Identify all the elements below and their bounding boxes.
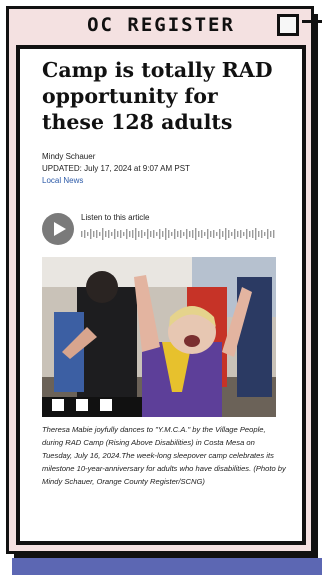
article-author: Mindy Schauer [42,152,96,161]
category-link[interactable]: Local News [42,175,286,187]
waveform-icon[interactable] [81,227,277,241]
audio-player: Listen to this article [42,209,286,245]
article-headline: Camp is totally RAD opportunity for thes… [42,58,273,134]
article-photo[interactable] [42,257,276,417]
article-updated: UPDATED: July 17, 2024 at 9:07 AM PST [42,164,190,173]
audio-label: Listen to this article [81,213,150,222]
accent-bar [12,558,322,575]
window-shadow [314,14,318,558]
article-view[interactable]: Camp is totally RAD opportunity for thes… [16,45,306,545]
photo-caption: Theresa Mabie joyfully dances to "Y.M.C.… [42,425,286,486]
play-icon[interactable] [42,213,74,245]
window-title: OC REGISTER [87,14,235,36]
article-body: Camp is totally RAD opportunity for thes… [42,57,286,488]
close-button[interactable] [277,14,299,36]
